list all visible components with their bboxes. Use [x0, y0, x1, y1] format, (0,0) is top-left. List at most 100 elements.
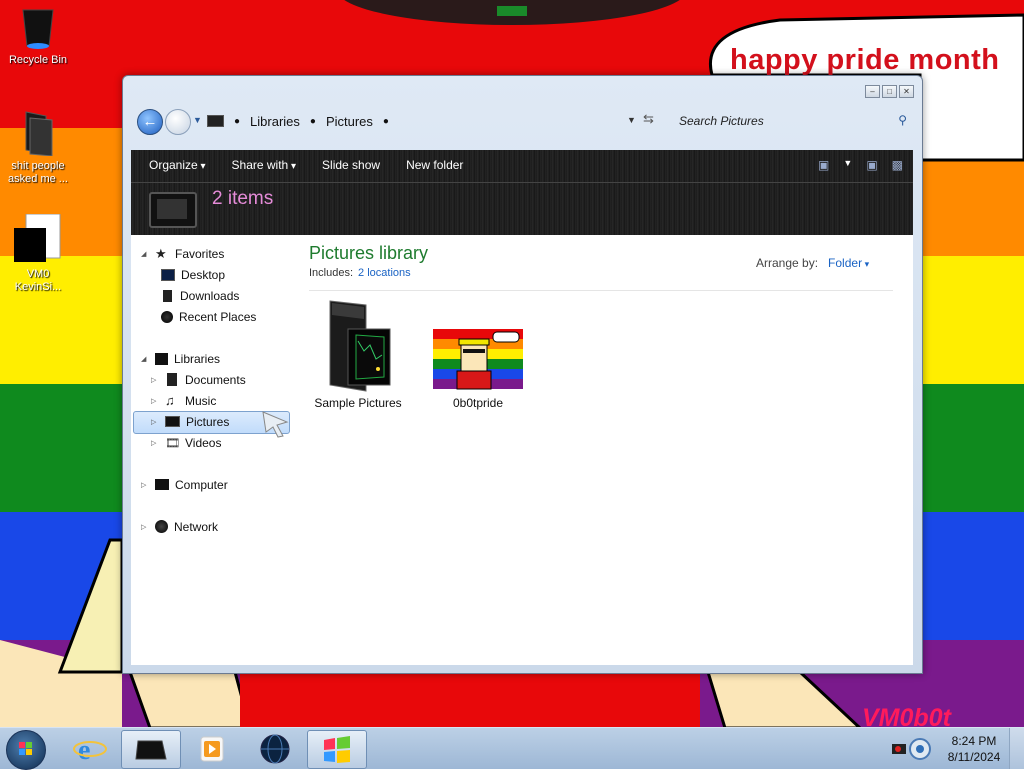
back-button[interactable]: ←: [137, 109, 163, 135]
desktop-icon-label: shit people asked me ...: [8, 160, 68, 185]
help-icon[interactable]: ▩: [892, 158, 903, 172]
nav-computer[interactable]: ▷ Computer: [141, 474, 228, 495]
tray-alert-icon: [895, 746, 901, 752]
share-with-button[interactable]: Share with: [232, 158, 297, 172]
pictures-icon: [165, 416, 180, 427]
new-folder-button[interactable]: New folder: [406, 158, 463, 172]
close-button[interactable]: ✕: [899, 85, 914, 98]
desktop-icon-folder[interactable]: shit people asked me ...: [0, 110, 76, 186]
nav-computer-label: Computer: [175, 477, 228, 492]
desktop-icon-label: VM0 KevinSi...: [14, 268, 62, 293]
nav-pictures[interactable]: ▷ Pictures: [151, 411, 229, 432]
collapse-arrow-icon[interactable]: ◢: [141, 355, 149, 363]
breadcrumb-libraries[interactable]: Libraries: [250, 114, 300, 129]
expand-arrow-icon[interactable]: ▷: [141, 481, 149, 489]
libraries-icon: [155, 352, 168, 365]
nav-favorites[interactable]: ◢ ★ Favorites: [141, 243, 224, 264]
content-area: ◢ ★ Favorites Desktop Downloads Recent P…: [131, 235, 913, 665]
forward-button[interactable]: [165, 109, 191, 135]
nav-desktop[interactable]: Desktop: [161, 264, 225, 285]
expand-arrow-icon[interactable]: ▷: [151, 397, 159, 405]
breadcrumb-pictures[interactable]: Pictures: [326, 114, 373, 129]
view-dropdown-icon[interactable]: ▼: [843, 158, 852, 172]
downloads-icon: [163, 289, 172, 302]
nav-libraries-label: Libraries: [174, 351, 221, 366]
svg-text:e: e: [78, 735, 90, 766]
library-thumbnail-icon: [149, 192, 197, 228]
taskbar-media-player[interactable]: [183, 730, 241, 767]
computer-icon: [155, 479, 169, 490]
nav-favorites-label: Favorites: [175, 246, 225, 261]
desktop-icon-document[interactable]: VM0 KevinSi...: [0, 213, 76, 294]
show-desktop-button[interactable]: [1009, 728, 1024, 769]
change-view-icon[interactable]: ▣: [818, 158, 829, 172]
file-item-sample-pictures[interactable]: Sample Pictures: [303, 299, 413, 410]
maximize-button[interactable]: □: [882, 85, 897, 98]
favorites-star-icon: ★: [155, 245, 167, 261]
breadcrumb-separator[interactable]: ●: [383, 116, 389, 127]
recycle-bin-icon: [20, 6, 56, 50]
locations-link[interactable]: 2 locations: [358, 267, 411, 279]
arrange-by-dropdown[interactable]: Folder: [828, 256, 869, 270]
nav-recent-places-label: Recent Places: [179, 309, 257, 324]
nav-videos[interactable]: ▷ 🎞 Videos: [151, 432, 221, 453]
file-item-0b0tpride[interactable]: 0b0tpride: [423, 299, 533, 410]
breadcrumb-separator[interactable]: ●: [310, 116, 316, 127]
organize-button[interactable]: Organize: [149, 158, 206, 172]
videos-icon: 🎞: [165, 435, 181, 450]
expand-arrow-icon[interactable]: ▷: [141, 523, 149, 531]
documents-icon: [167, 373, 177, 386]
taskbar-globe[interactable]: [246, 730, 304, 767]
explorer-icon: [135, 740, 167, 760]
library-title: Pictures library: [309, 243, 429, 263]
preview-pane-icon[interactable]: ▣: [866, 158, 877, 172]
refresh-icon[interactable]: ⇆: [643, 111, 654, 127]
expand-arrow-icon[interactable]: ▷: [151, 376, 159, 384]
breadcrumb-separator[interactable]: ●: [234, 116, 240, 127]
taskbar-explorer[interactable]: [121, 730, 181, 769]
nav-documents-label: Documents: [185, 372, 246, 387]
desktop-icon-recycle-bin[interactable]: Recycle Bin: [0, 6, 76, 67]
start-button[interactable]: [6, 730, 46, 770]
nav-desktop-label: Desktop: [181, 267, 226, 282]
tray-clock[interactable]: 8:24 PM 8/11/2024: [940, 733, 1008, 765]
navigation-pane: ◢ ★ Favorites Desktop Downloads Recent P…: [131, 235, 301, 665]
collapse-arrow-icon[interactable]: ◢: [141, 250, 149, 258]
nav-music[interactable]: ▷ ♫ Music: [151, 390, 216, 411]
slide-show-button[interactable]: Slide show: [322, 158, 380, 172]
mouse-cursor-icon: [262, 411, 289, 438]
nav-recent-places[interactable]: Recent Places: [161, 306, 256, 327]
clock-date: 8/11/2024: [947, 750, 1001, 764]
nav-network[interactable]: ▷ Network: [141, 516, 218, 537]
nav-documents[interactable]: ▷ Documents: [151, 369, 246, 390]
tray-icons: [892, 738, 931, 760]
nav-music-label: Music: [185, 393, 217, 408]
media-player-icon: [200, 736, 224, 762]
window-controls: – □ ✕: [865, 85, 914, 98]
nav-downloads[interactable]: Downloads: [161, 285, 239, 306]
clock-time: 8:24 PM: [951, 734, 997, 748]
libraries-crumb-icon: [207, 115, 224, 127]
taskbar-internet-explorer[interactable]: e: [62, 730, 120, 767]
nav-libraries[interactable]: ◢ Libraries: [141, 348, 220, 369]
nav-pictures-label: Pictures: [186, 414, 230, 429]
search-input[interactable]: Search Pictures ⚲: [673, 109, 911, 133]
address-dropdown[interactable]: ▼: [627, 115, 636, 125]
expand-arrow-icon[interactable]: ▷: [151, 418, 159, 426]
address-bar[interactable]: ● Libraries ● Pictures ●: [207, 109, 667, 133]
windows-flag-icon: [324, 736, 350, 763]
recent-pages-dropdown[interactable]: ▼: [193, 115, 202, 125]
nav-network-label: Network: [174, 519, 219, 534]
includes-label: Includes:: [309, 267, 354, 279]
nav-videos-label: Videos: [185, 435, 222, 450]
taskbar-windows-app[interactable]: [307, 730, 367, 769]
recent-places-icon: [161, 310, 173, 323]
network-icon: [155, 520, 168, 533]
file-name: 0b0tpride: [452, 396, 504, 410]
minimize-button[interactable]: –: [865, 85, 880, 98]
items-count: 2 items: [212, 188, 274, 209]
expand-arrow-icon[interactable]: ▷: [151, 439, 159, 447]
file-name: Sample Pictures: [314, 396, 402, 410]
globe-icon: [260, 734, 290, 764]
image-thumbnail-icon: [433, 329, 523, 390]
